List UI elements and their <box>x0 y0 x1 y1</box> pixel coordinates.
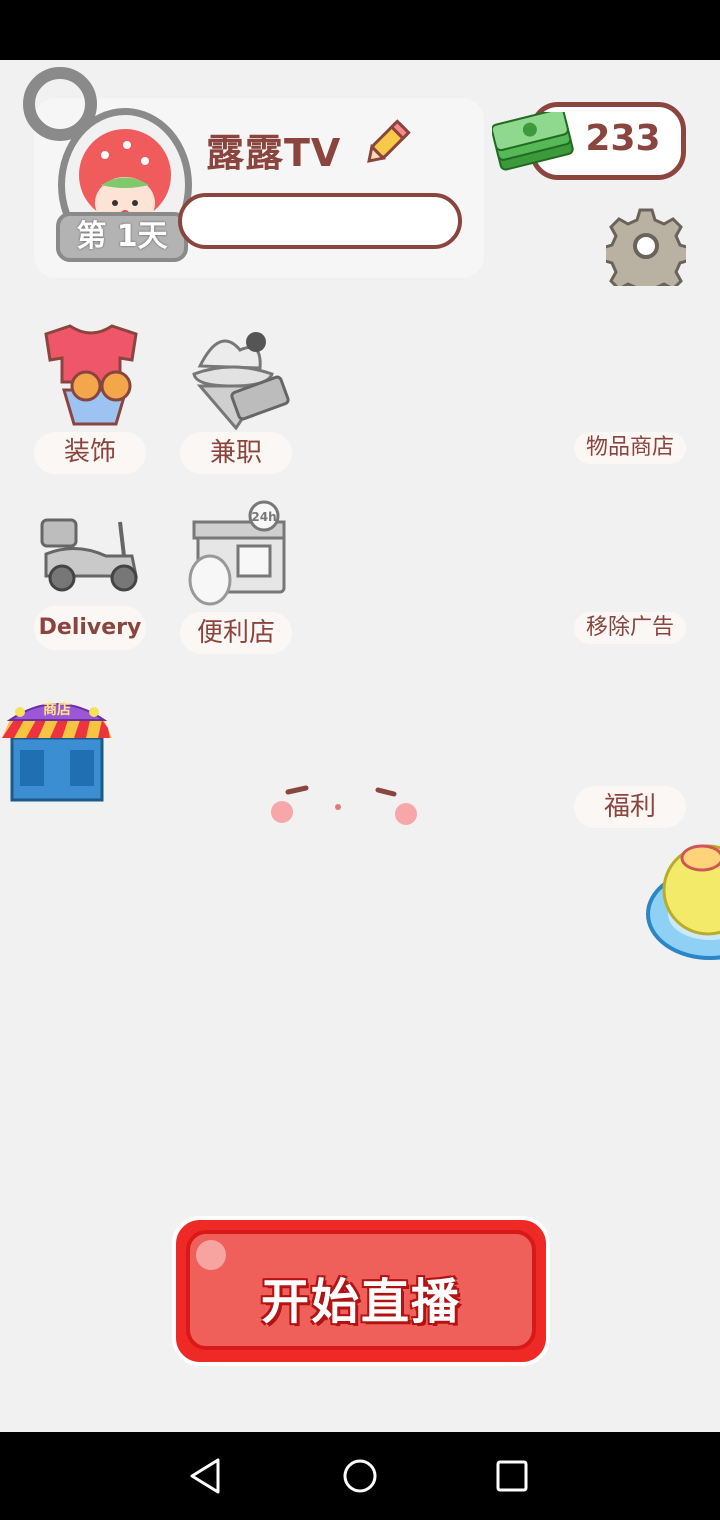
player-name: 露露TV <box>206 131 342 175</box>
status-bar <box>0 0 720 60</box>
back-icon[interactable] <box>186 1456 226 1496</box>
remove-ads-button[interactable]: 移除广告 <box>574 612 686 644</box>
shop-sign: 商店 <box>43 702 71 718</box>
tile-decoration-label[interactable]: 装饰 <box>34 432 146 474</box>
gear-icon[interactable] <box>606 206 686 286</box>
welfare-button[interactable]: 福利 <box>574 786 686 828</box>
scooter-icon[interactable] <box>36 512 146 594</box>
cash-stack-icon <box>492 112 574 171</box>
loading-face-icon <box>271 785 417 825</box>
progress-bar <box>178 193 462 249</box>
decoration-icon[interactable] <box>36 320 146 430</box>
edit-pencil-icon[interactable] <box>360 118 412 170</box>
money-amount: 233 <box>585 118 661 159</box>
tile-part-time-label[interactable]: 兼职 <box>180 432 292 474</box>
svg-text:24h: 24h <box>251 510 276 524</box>
tile-convenience-store-label[interactable]: 便利店 <box>180 612 292 654</box>
home-icon[interactable] <box>340 1456 380 1496</box>
tile-delivery-label[interactable]: Delivery <box>34 606 146 650</box>
start-live-label: 开始直播 <box>260 1274 461 1330</box>
duck-swim-ring-icon[interactable] <box>646 834 720 962</box>
item-shop-button[interactable]: 物品商店 <box>574 432 686 464</box>
ice-cream-icon[interactable] <box>180 320 292 432</box>
day-badge: 第 1天 <box>56 212 188 262</box>
convenience-store-icon[interactable]: 24h <box>184 500 290 610</box>
recent-apps-icon[interactable] <box>494 1458 530 1494</box>
